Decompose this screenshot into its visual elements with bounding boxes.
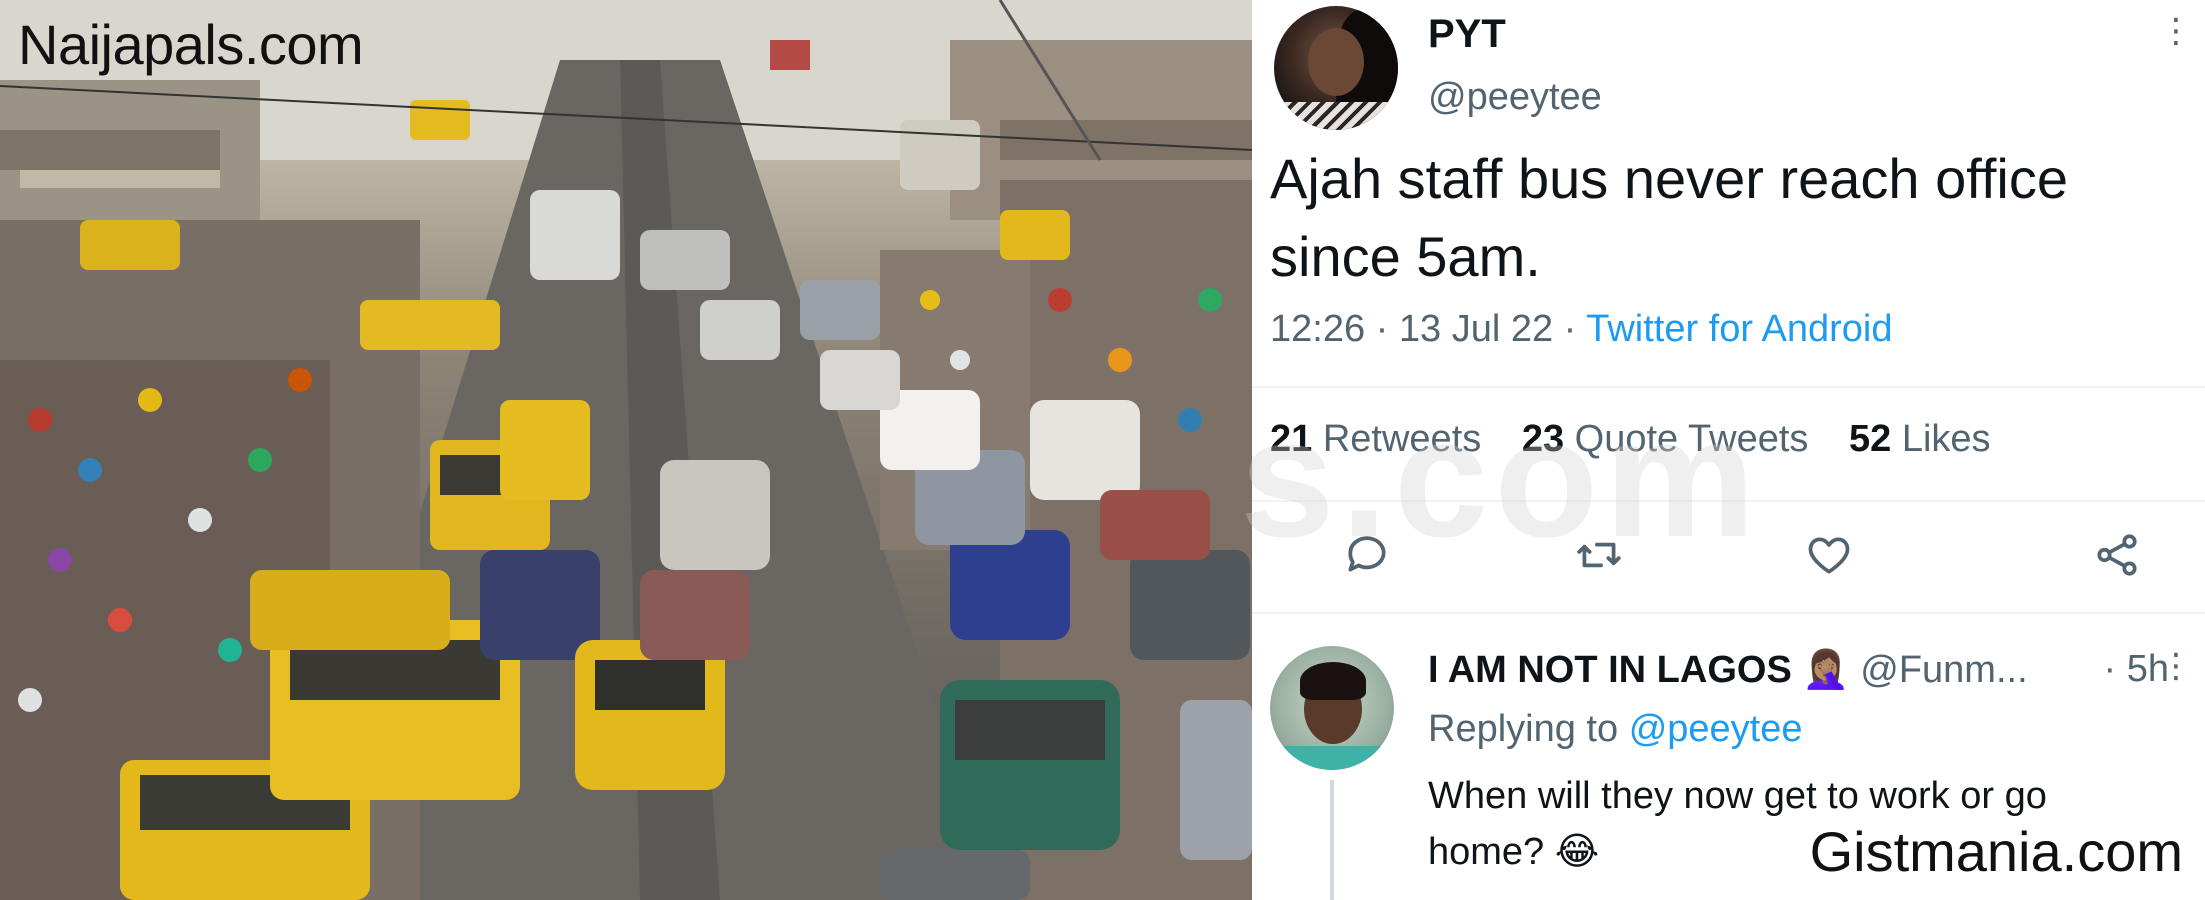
thread-line <box>1330 780 1334 900</box>
replier-handle[interactable]: @Funm... <box>1860 649 2027 691</box>
replying-to-handle[interactable]: @peeytee <box>1629 708 1803 750</box>
reply-more-options-icon[interactable]: ⋮ <box>2159 646 2193 686</box>
traffic-photo: Naijapals.com <box>0 0 1252 900</box>
naijapals-watermark: Naijapals.com <box>18 13 364 76</box>
replier-display-name[interactable]: I AM NOT IN LAGOS 🤦🏽‍♀️ <box>1428 649 1850 691</box>
more-options-icon[interactable]: ⋮ <box>2159 14 2193 48</box>
like-icon[interactable] <box>1804 530 1854 580</box>
author-display-name[interactable]: PYT <box>1428 12 1506 57</box>
meta-separator: · <box>1375 308 1399 350</box>
traffic-scene <box>0 0 1252 900</box>
gistmania-watermark: Gistmania.com <box>1805 819 2187 884</box>
replying-to: Replying to @peeytee <box>1428 708 1803 750</box>
tweet-time[interactable]: 12:26 <box>1270 308 1365 350</box>
replier-avatar[interactable] <box>1270 646 1394 770</box>
meta-separator: · <box>1563 308 1587 350</box>
author-avatar[interactable] <box>1274 6 1398 130</box>
divider <box>1252 612 2205 614</box>
replier-name-line[interactable]: I AM NOT IN LAGOS 🤦🏽‍♀️ @Funm... <box>1428 648 2028 692</box>
tweet-meta: 12:26 · 13 Jul 22 · Twitter for Android <box>1270 308 1892 351</box>
tweet-source-link[interactable]: Twitter for Android <box>1586 308 1892 350</box>
share-icon[interactable] <box>2092 530 2142 580</box>
center-ghost-watermark: s.com <box>1240 383 1762 573</box>
tweet-date[interactable]: 13 Jul 22 <box>1399 308 1553 350</box>
author-handle[interactable]: @peeytee <box>1428 76 1602 119</box>
tweet-text: Ajah staff bus never reach office since … <box>1270 147 2068 288</box>
likes-stat[interactable]: 52 Likes <box>1849 418 1991 460</box>
